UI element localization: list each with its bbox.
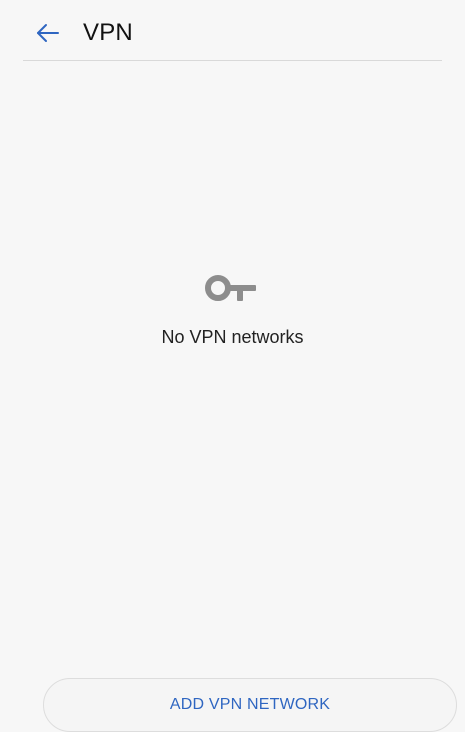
- add-vpn-network-button[interactable]: ADD VPN NETWORK: [43, 678, 457, 732]
- key-icon: [204, 275, 256, 301]
- back-button[interactable]: [34, 21, 62, 45]
- back-arrow-icon: [37, 24, 59, 42]
- empty-state: No VPN networks: [0, 270, 465, 349]
- top-app-bar: VPN: [0, 0, 465, 61]
- page-title: VPN: [83, 19, 133, 46]
- header-divider: [23, 60, 442, 61]
- empty-state-message: No VPN networks: [161, 327, 304, 347]
